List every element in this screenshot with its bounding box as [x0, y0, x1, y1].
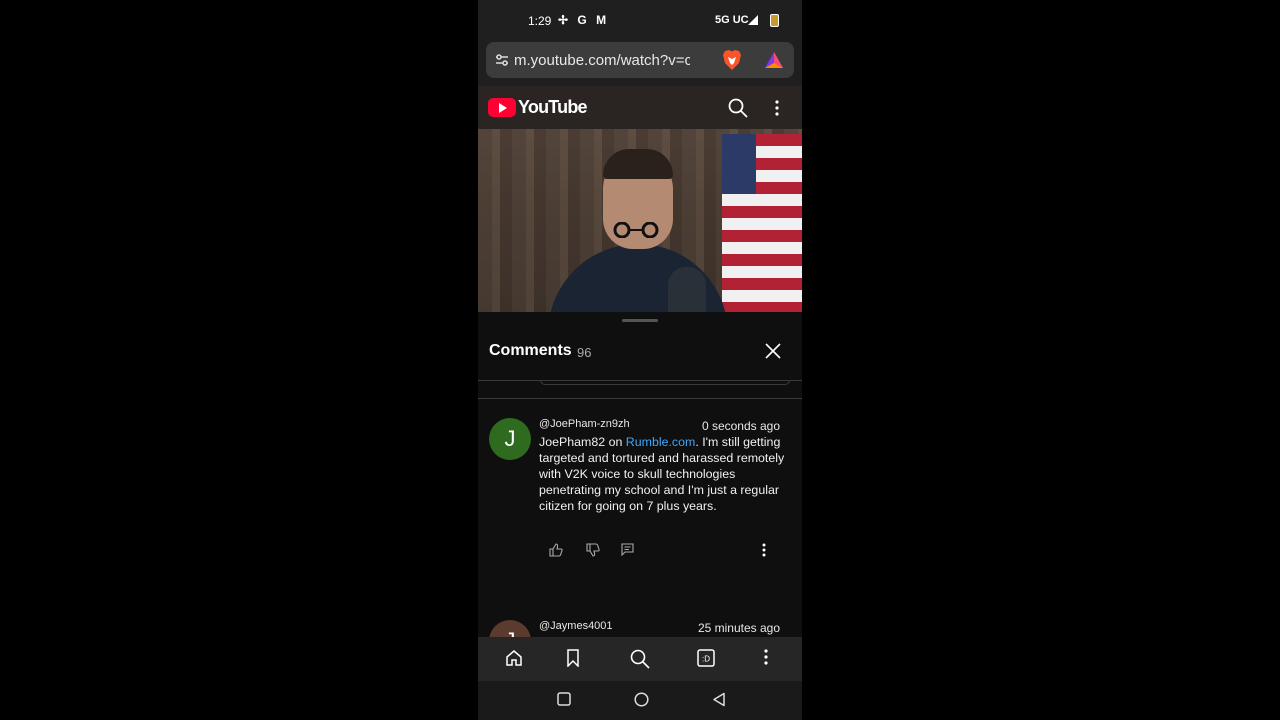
comments-header: Comments 96: [478, 324, 802, 381]
recents-icon[interactable]: [557, 692, 571, 706]
comment-input-edge[interactable]: [540, 380, 790, 385]
glasses-shape: [613, 222, 659, 238]
avatar[interactable]: J: [489, 418, 531, 460]
comment-time: 25 minutes ago: [697, 621, 780, 635]
pinwheel-icon: ✢: [558, 13, 569, 27]
brave-shields-icon[interactable]: [722, 49, 742, 71]
gmail-icon: M: [596, 13, 607, 27]
network-type: 5G UC: [715, 14, 749, 26]
phone-screen: 1:29 ✢ G M 5G UC m.youtube.com/watch?v=c…: [478, 0, 802, 720]
microphone-image: [668, 267, 706, 312]
comment-text: JoePham82 on Rumble.com. I'm still getti…: [539, 435, 785, 513]
comment-author[interactable]: @Jaymes4001: [539, 620, 613, 632]
comments-count: 96: [577, 345, 592, 360]
address-bar[interactable]: m.youtube.com/watch?v=cyHq: [486, 42, 794, 78]
url-text[interactable]: m.youtube.com/watch?v=cyHq: [514, 52, 690, 69]
tabs-icon[interactable]: :D: [697, 649, 715, 667]
browser-bottom-bar: :D: [478, 637, 802, 681]
comment-time: 0 seconds ago: [701, 419, 780, 433]
youtube-logo-icon[interactable]: [488, 98, 516, 117]
battery-icon: [770, 14, 779, 27]
like-icon[interactable]: [549, 543, 563, 557]
status-time: 1:29: [528, 14, 552, 28]
comment-author[interactable]: @JoePham-zn9zh: [539, 418, 630, 430]
more-options-icon[interactable]: [774, 100, 780, 116]
google-icon: G: [577, 13, 587, 27]
comment-actions: [549, 543, 779, 561]
comment-link[interactable]: Rumble.com: [626, 435, 696, 449]
signal-icon: [748, 15, 758, 25]
home-circle-icon[interactable]: [634, 692, 649, 707]
system-nav-bar: [478, 681, 802, 720]
video-player[interactable]: [478, 129, 802, 312]
divider: [478, 398, 802, 399]
reply-icon[interactable]: [621, 543, 634, 556]
comment-menu-icon[interactable]: [762, 543, 766, 557]
browser-menu-icon[interactable]: [764, 649, 768, 665]
notification-icons: ✢ G M: [558, 13, 612, 27]
youtube-wordmark[interactable]: YouTube: [518, 97, 588, 118]
home-icon[interactable]: [505, 649, 523, 667]
brave-rewards-icon[interactable]: [764, 51, 784, 69]
comments-panel: Comments 96 J @JoePham-zn9zh 0 seconds a…: [478, 312, 802, 662]
site-settings-icon[interactable]: [494, 52, 510, 68]
svg-text::D: :D: [702, 655, 710, 664]
bookmark-icon[interactable]: [566, 649, 580, 667]
status-bar: 1:29 ✢ G M 5G UC: [478, 0, 802, 42]
close-icon[interactable]: [764, 342, 782, 360]
search-icon[interactable]: [728, 98, 748, 118]
comments-title: Comments: [489, 342, 572, 359]
youtube-header: YouTube: [478, 86, 802, 129]
back-icon[interactable]: [712, 692, 726, 707]
search-icon[interactable]: [630, 649, 650, 669]
dislike-icon[interactable]: [586, 543, 600, 557]
browser-toolbar: m.youtube.com/watch?v=cyHq: [478, 42, 802, 86]
drag-handle[interactable]: [622, 319, 658, 322]
